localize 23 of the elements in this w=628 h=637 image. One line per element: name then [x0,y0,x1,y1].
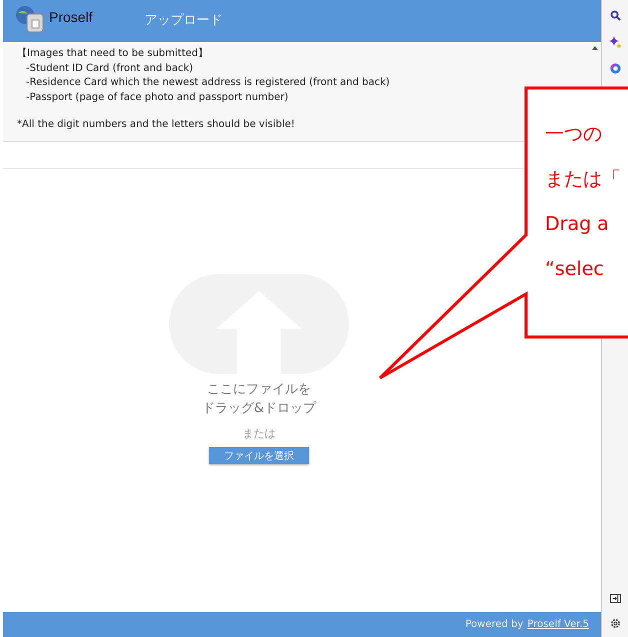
callout-text: 一つの [545,122,603,147]
callout-text: または「 [545,167,621,192]
notice-item: -Passport (page of face photo and passport number) [25,90,290,104]
drop-hint: ドラッグ&ドロップ [202,400,316,418]
app-name: Proself [49,9,93,25]
version-link[interactable]: Proself Ver.5 [527,619,589,630]
sparkle-icon[interactable] [609,36,621,48]
callout-text: “selec [545,257,605,282]
scroll-up-icon[interactable] [592,46,598,50]
drop-hint: ここにファイルを [206,381,312,399]
panel-icon[interactable] [610,594,620,603]
callout-text: Drag a [545,212,610,237]
search-icon[interactable] [610,10,620,21]
page-title: アップロード [144,12,223,29]
powered-by-text: Powered by [465,619,524,630]
ring-icon[interactable] [610,63,620,74]
or-label: または [242,426,276,441]
settings-icon[interactable] [610,618,620,629]
notice-item: -Student ID Card (front and back) [25,62,194,76]
logo-icon [15,5,45,33]
select-file-button[interactable]: ファイルを選択 [209,447,309,464]
notice-item: -Residence Card which the newest address is registered (front and back) [25,76,391,90]
notice-heading: 【Images that need to be submitted】 [17,47,210,61]
